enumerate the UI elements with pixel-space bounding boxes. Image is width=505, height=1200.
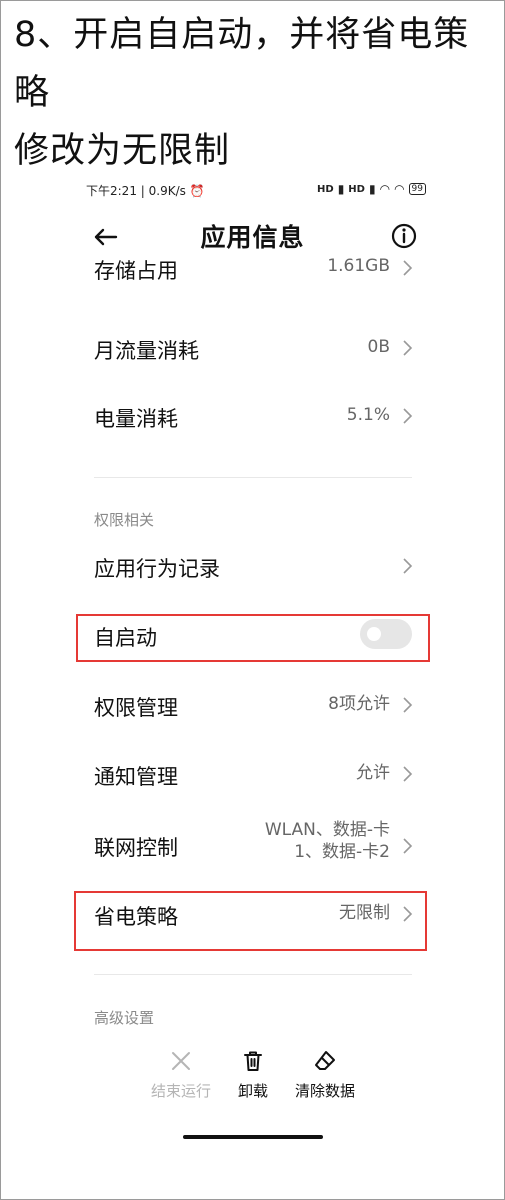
chevron-right-icon xyxy=(403,697,413,713)
trash-icon xyxy=(244,1051,262,1071)
permission-management-value: 8项允许 xyxy=(328,694,390,714)
uninstall-button[interactable]: 卸载 xyxy=(228,1050,278,1101)
wifi-icon-2: ◠ xyxy=(394,182,405,196)
chevron-right-icon xyxy=(403,558,413,574)
section-divider xyxy=(94,477,412,478)
clear-data-button[interactable]: 清除数据 xyxy=(289,1050,361,1101)
page-title: 应用信息 xyxy=(200,223,305,252)
info-icon[interactable] xyxy=(390,222,418,250)
battery-saver-highlight-box xyxy=(74,891,427,951)
caption-line-2: 修改为无限制 xyxy=(14,131,231,171)
data-usage-label: 月流量消耗 xyxy=(94,339,199,363)
eraser-icon xyxy=(315,1051,335,1070)
storage-value: 1.61GB xyxy=(327,256,390,276)
chevron-right-icon xyxy=(403,340,413,356)
behavior-log-row[interactable]: 应用行为记录 xyxy=(94,546,414,586)
storage-row[interactable]: 存储占用 1.61GB xyxy=(94,256,414,292)
network-control-label: 联网控制 xyxy=(94,836,178,860)
network-control-row[interactable]: 联网控制 WLAN、数据-卡 1、数据-卡2 xyxy=(94,819,414,872)
section-divider xyxy=(94,974,412,975)
notification-management-row[interactable]: 通知管理 允许 xyxy=(94,754,414,794)
status-time-speed: 下午2:21 | 0.9K/s ⏰ xyxy=(86,184,205,198)
signal-icon: HD xyxy=(317,183,334,195)
network-control-value: WLAN、数据-卡 1、数据-卡2 xyxy=(265,819,390,863)
autostart-highlight-box xyxy=(76,614,430,662)
clear-data-label: 清除数据 xyxy=(294,1082,355,1100)
chevron-right-icon xyxy=(403,838,413,854)
permission-management-label: 权限管理 xyxy=(94,696,178,720)
battery-usage-label: 电量消耗 xyxy=(94,407,178,431)
advanced-section-title: 高级设置 xyxy=(94,1009,155,1027)
signal-icon-2: HD xyxy=(348,183,365,195)
data-usage-value: 0B xyxy=(367,337,390,357)
instruction-caption: 8、开启自启动，并将省电策略 修改为无限制 xyxy=(14,6,494,180)
permission-management-row[interactable]: 权限管理 8项允许 xyxy=(94,685,414,725)
battery-usage-value: 5.1% xyxy=(346,405,390,425)
battery-icon: 99 xyxy=(408,183,426,195)
status-bar: 下午2:21 | 0.9K/s ⏰ HD ▮ HD ▮ ◠ ◠ 99 xyxy=(86,180,426,200)
behavior-log-label: 应用行为记录 xyxy=(94,557,220,581)
notification-management-label: 通知管理 xyxy=(94,765,178,789)
status-icons: HD ▮ HD ▮ ◠ ◠ 99 xyxy=(317,182,426,196)
caption-line-1: 8、开启自启动，并将省电策略 xyxy=(14,15,470,113)
chevron-right-icon xyxy=(403,766,413,782)
signal-bars-icon: ▮ xyxy=(337,182,345,196)
network-value-line-2: 1、数据-卡2 xyxy=(294,842,390,862)
battery-usage-row[interactable]: 电量消耗 5.1% xyxy=(94,396,414,436)
home-indicator[interactable] xyxy=(183,1135,323,1139)
notification-management-value: 允许 xyxy=(356,763,390,783)
network-value-line-1: WLAN、数据-卡 xyxy=(264,820,390,840)
close-icon xyxy=(172,1052,190,1070)
stop-button[interactable]: 结束运行 xyxy=(146,1050,216,1101)
chevron-right-icon xyxy=(403,408,413,424)
stop-label: 结束运行 xyxy=(150,1082,211,1100)
uninstall-label: 卸载 xyxy=(237,1082,268,1100)
signal-bars-icon-2: ▮ xyxy=(368,182,376,196)
chevron-right-icon xyxy=(403,260,413,276)
data-usage-row[interactable]: 月流量消耗 0B xyxy=(94,328,414,368)
wifi-icon: ◠ xyxy=(379,182,391,196)
storage-label: 存储占用 xyxy=(94,259,178,283)
permissions-section-title: 权限相关 xyxy=(94,511,155,529)
